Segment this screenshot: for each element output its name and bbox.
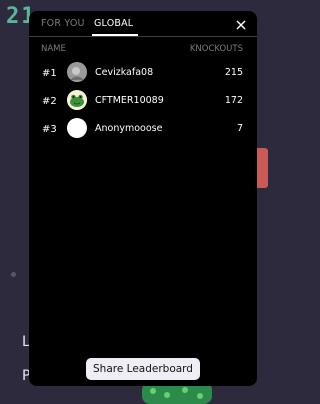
close-icon[interactable] [234, 17, 248, 31]
background-dot [11, 272, 16, 277]
player-name: Anonymooose [95, 123, 163, 134]
blank-avatar-icon [67, 118, 87, 138]
leaderboard-row: #1 Cevizkafa08 215 [29, 62, 257, 86]
active-tab-indicator [92, 34, 138, 36]
leaderboard-row: #2 CFTMER10089 172 [29, 90, 257, 114]
green-frog-avatar-icon [67, 90, 87, 110]
knockout-count: 7 [236, 123, 243, 134]
tab-bar: FOR YOU GLOBAL [29, 11, 257, 37]
column-header-knockouts: KNOCKOUTS [189, 44, 243, 54]
rank-label: #1 [42, 68, 57, 79]
rank-label: #3 [42, 124, 57, 135]
player-name: Cevizkafa08 [95, 67, 154, 78]
player-name: CFTMER10089 [95, 95, 164, 106]
tab-global[interactable]: GLOBAL [94, 18, 133, 29]
gray-avatar-icon [67, 62, 87, 82]
knockout-count: 215 [224, 67, 243, 78]
leaderboard-row: #3 Anonymooose 7 [29, 118, 257, 142]
column-header-name: NAME [41, 44, 66, 54]
knockout-count: 172 [224, 95, 243, 106]
tab-for-you[interactable]: FOR YOU [41, 18, 85, 29]
share-leaderboard-button[interactable]: Share Leaderboard [86, 358, 200, 380]
leaderboard-modal: FOR YOU GLOBAL NAME KNOCKOUTS #1 Cevizka… [29, 11, 257, 386]
rank-label: #2 [42, 96, 57, 107]
